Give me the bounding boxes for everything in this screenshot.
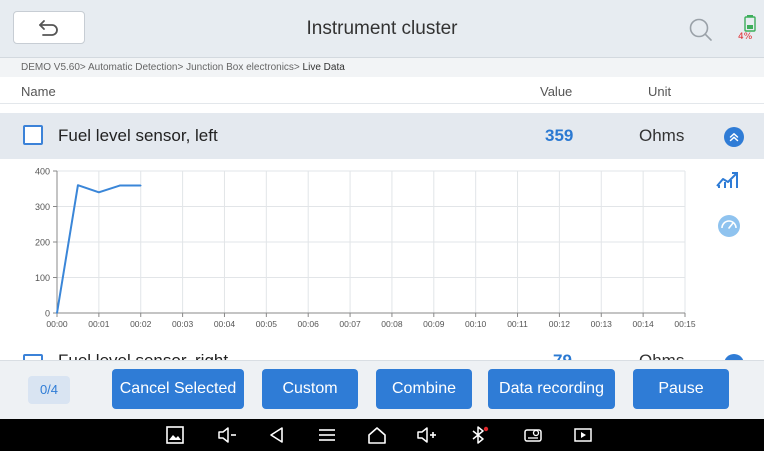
volume-down-icon[interactable] [216,425,238,445]
column-header: Name Value Unit [0,77,764,104]
y-tick-label: 300 [35,202,50,212]
live-data-chart: 0 100 200 300 400 00:00 00:01 00:02 00:03 00:04 00… [35,167,696,330]
x-tick-label: 00:14 [632,319,654,329]
app-window: Instrument cluster 4% DEMO V5.60> Automa… [0,0,764,451]
row-name: Fuel level sensor, left [58,126,218,145]
x-tick-label: 00:11 [507,319,528,329]
x-tick-label: 00:01 [88,319,110,329]
combine-button[interactable]: Combine [376,369,472,409]
x-tick-label: 00:15 [674,319,696,329]
x-tick-label: 00:10 [465,319,487,329]
back-icon[interactable] [266,425,288,445]
custom-button[interactable]: Custom [262,369,358,409]
page-title: Instrument cluster [306,18,458,39]
y-tick-label: 400 [35,167,50,177]
x-tick-label: 00:00 [46,319,68,329]
x-tick-label: 00:03 [172,319,194,329]
system-nav-bar [0,419,764,451]
search-icon[interactable] [688,17,714,43]
action-bar: 0/4 Cancel Selected Custom Combine Data … [0,360,764,419]
data-point [98,191,100,194]
row-value: 79 [553,351,572,360]
row-value: 359 [545,126,574,145]
x-tick-label: 00:13 [591,319,613,329]
chart-panel: 0 100 200 300 400 00:00 00:01 00:02 00:03 00:04 00… [0,159,764,344]
y-tick-label: 100 [35,273,50,283]
x-tick-label: 00:02 [130,319,152,329]
collapse-button[interactable] [724,127,744,147]
screenshot-icon[interactable] [164,425,186,445]
pause-button[interactable]: Pause [633,369,729,409]
volume-up-icon[interactable] [416,425,438,445]
menu-icon[interactable] [316,425,338,445]
row-name: Fuel level sensor, right [58,351,228,360]
home-icon[interactable] [366,425,388,445]
breadcrumb-path: DEMO V5.60> Automatic Detection> Junctio… [21,62,303,73]
x-tick-label: 00:07 [339,319,361,329]
row-unit: Ohms [639,351,684,360]
y-tick-label: 200 [35,238,50,248]
y-tick-label: 0 [45,309,50,319]
table-row[interactable]: Fuel level sensor, left 359 Ohms [0,113,764,159]
data-point [56,312,58,314]
data-recording-button[interactable]: Data recording [488,369,615,409]
x-tick-label: 00:12 [549,319,571,329]
x-tick-label: 00:06 [298,319,320,329]
line-chart-icon[interactable] [715,169,741,189]
data-point [119,184,121,187]
row-unit: Ohms [639,126,685,145]
row-checkbox[interactable] [23,125,43,145]
breadcrumb-current: Live Data [302,62,345,73]
selection-counter: 0/4 [28,376,70,404]
column-name: Name [21,84,56,99]
title-bar: Instrument cluster 4% [0,0,764,58]
data-point [139,184,142,187]
x-tick-label: 00:05 [256,319,278,329]
column-unit: Unit [648,84,672,99]
cancel-selected-button[interactable]: Cancel Selected [112,369,244,409]
bluetooth-icon[interactable] [468,425,490,445]
x-tick-label: 00:04 [214,319,236,329]
column-value: Value [540,84,573,99]
double-chevron-up-icon [729,133,739,142]
screen-record-icon[interactable] [572,425,594,445]
battery-percent: 4% [738,32,753,42]
vci-connector-icon[interactable] [522,425,544,445]
table-row[interactable]: Fuel level sensor, right 79 Ohms [0,344,764,360]
gauge-icon[interactable] [716,213,742,239]
x-tick-label: 00:09 [423,319,445,329]
breadcrumb: DEMO V5.60> Automatic Detection> Junctio… [0,58,764,77]
x-tick-label: 00:08 [381,319,403,329]
data-point [77,184,79,186]
